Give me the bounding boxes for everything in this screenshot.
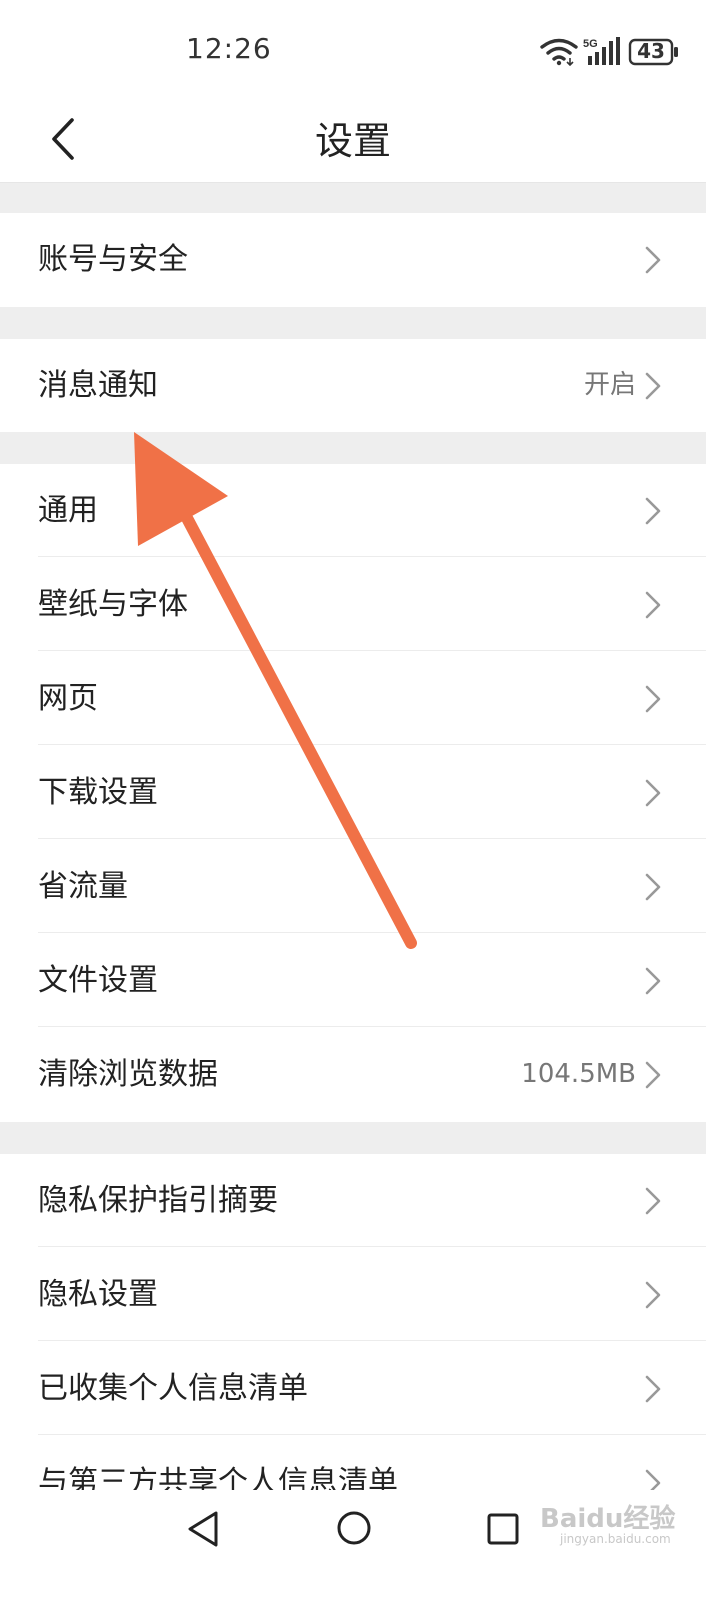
nav-home-icon[interactable] xyxy=(336,1510,372,1546)
chevron-right-icon xyxy=(645,497,661,525)
settings-item-notifications[interactable]: 消息通知 开启 xyxy=(0,339,706,432)
wifi-icon xyxy=(540,38,578,66)
settings-item-webpage[interactable]: 网页 xyxy=(0,652,706,745)
chevron-right-icon xyxy=(645,372,661,400)
settings-item-general[interactable]: 通用 xyxy=(0,464,706,557)
settings-item-label: 清除浏览数据 xyxy=(38,1057,218,1092)
settings-item-label: 网页 xyxy=(38,681,98,716)
group-gap xyxy=(0,183,706,213)
settings-item-privacy-settings[interactable]: 隐私设置 xyxy=(0,1248,706,1341)
row-divider xyxy=(38,932,706,933)
nav-back-icon[interactable] xyxy=(186,1510,220,1548)
settings-item-download[interactable]: 下载设置 xyxy=(0,746,706,839)
chevron-right-icon xyxy=(645,873,661,901)
chevron-right-icon xyxy=(645,591,661,619)
chevron-right-icon xyxy=(645,779,661,807)
settings-item-label: 省流量 xyxy=(38,869,128,904)
battery-level: 43 xyxy=(637,39,665,63)
chevron-right-icon xyxy=(645,1281,661,1309)
row-divider xyxy=(38,556,706,557)
settings-item-label: 文件设置 xyxy=(38,963,158,998)
watermark-url: jingyan.baidu.com xyxy=(560,1532,671,1546)
page-title: 设置 xyxy=(314,119,391,163)
row-divider xyxy=(38,1434,706,1435)
chevron-right-icon xyxy=(645,1061,661,1089)
settings-item-label: 账号与安全 xyxy=(38,242,188,277)
chevron-right-icon xyxy=(645,246,661,274)
settings-item-account-security[interactable]: 账号与安全 xyxy=(0,213,706,306)
row-divider xyxy=(38,1340,706,1341)
screen-edge xyxy=(706,0,720,1600)
group-gap xyxy=(0,1122,706,1154)
status-time: 12:26 xyxy=(186,32,272,65)
chevron-right-icon xyxy=(645,1187,661,1215)
settings-item-data-saver[interactable]: 省流量 xyxy=(0,840,706,933)
watermark: Baidu经验 xyxy=(540,1504,676,1534)
nav-recent-icon[interactable] xyxy=(486,1512,520,1546)
status-bar: 12:26 5G 43 xyxy=(0,0,706,100)
row-divider xyxy=(38,1246,706,1247)
settings-item-label: 隐私保护指引摘要 xyxy=(38,1183,278,1218)
chevron-right-icon xyxy=(645,685,661,713)
row-divider xyxy=(38,650,706,651)
settings-item-file[interactable]: 文件设置 xyxy=(0,934,706,1027)
cache-size: 104.5MB xyxy=(521,1059,636,1089)
settings-screen: 12:26 5G 43 设置 账号与安全 消息通知 开启 通用 壁纸与字体 网页… xyxy=(0,0,706,1600)
group-gap xyxy=(0,307,706,339)
settings-item-label: 隐私设置 xyxy=(38,1277,158,1312)
settings-item-label: 已收集个人信息清单 xyxy=(38,1371,308,1406)
group-gap xyxy=(0,432,706,464)
settings-item-wallpaper-font[interactable]: 壁纸与字体 xyxy=(0,558,706,651)
settings-item-clear-browsing-data[interactable]: 清除浏览数据 104.5MB xyxy=(0,1028,706,1122)
settings-item-privacy-summary[interactable]: 隐私保护指引摘要 xyxy=(0,1154,706,1247)
settings-item-label: 壁纸与字体 xyxy=(38,587,188,622)
settings-item-label: 通用 xyxy=(38,493,98,528)
notifications-status: 开启 xyxy=(583,370,636,400)
header-bar: 设置 xyxy=(0,100,706,183)
row-divider xyxy=(38,1026,706,1027)
network-type-label: 5G xyxy=(583,38,598,50)
chevron-right-icon xyxy=(645,1375,661,1403)
settings-item-label: 消息通知 xyxy=(38,368,158,403)
row-divider xyxy=(38,744,706,745)
row-divider xyxy=(38,838,706,839)
signal-icon: 5G xyxy=(583,37,620,65)
settings-item-label: 下载设置 xyxy=(38,775,158,810)
settings-item-collected-info-list[interactable]: 已收集个人信息清单 xyxy=(0,1342,706,1435)
chevron-right-icon xyxy=(645,967,661,995)
